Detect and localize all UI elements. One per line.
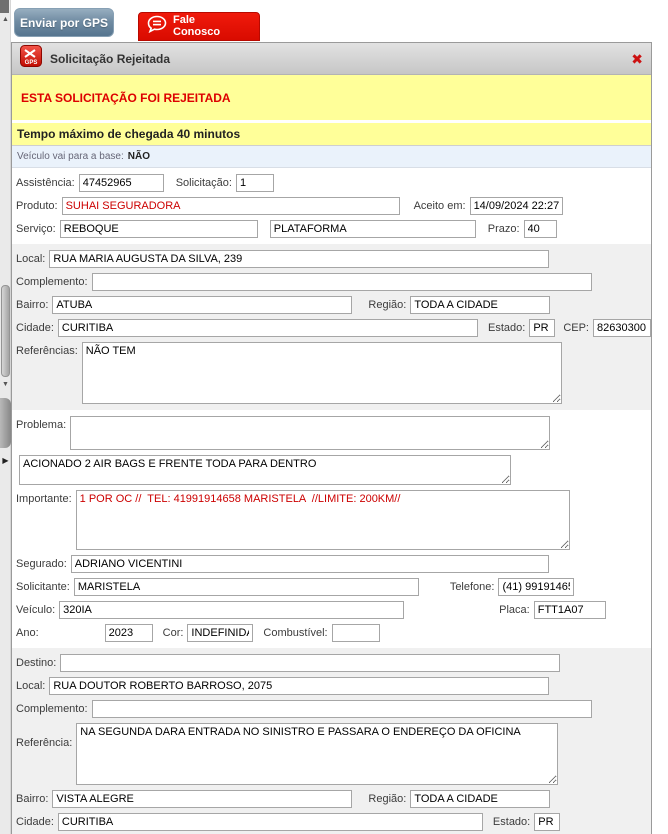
rejected-banner: ESTA SOLICITAÇÃO FOI REJEITADA: [12, 75, 651, 123]
scrollbar-corner: [0, 0, 9, 13]
segurado-field[interactable]: [71, 555, 549, 573]
referencias-field[interactable]: [82, 342, 562, 404]
servico-field[interactable]: [60, 220, 258, 238]
cidade-field[interactable]: [58, 319, 478, 337]
bairro-label: Bairro:: [16, 299, 48, 311]
problema-field[interactable]: [70, 416, 550, 450]
section-occurrence: Problema: Importante: Segurado: Solicita…: [12, 410, 651, 648]
arrival-time-banner: Tempo máximo de chegada 40 minutos: [12, 123, 651, 146]
scroll-up-icon[interactable]: ▲: [0, 15, 11, 25]
complemento-label: Complemento:: [16, 276, 88, 288]
chat-bubble-icon: [147, 15, 167, 38]
panel-expand-handle[interactable]: [0, 398, 11, 448]
gps-app-icon: GPS: [20, 45, 42, 72]
dialog-header: GPS Solicitação Rejeitada ✖: [12, 43, 651, 75]
section-destination-address: Destino: Local: Complemento: Referência:…: [12, 648, 651, 834]
telefone-field[interactable]: [498, 578, 574, 596]
placa-field[interactable]: [534, 601, 606, 619]
problema-label: Problema:: [16, 416, 66, 431]
importante-field[interactable]: [76, 490, 570, 550]
combustivel-label: Combustível:: [263, 627, 327, 639]
scrollbar-thumb[interactable]: [1, 285, 10, 377]
cep-label: CEP:: [563, 322, 589, 334]
regiao-label: Região:: [368, 299, 406, 311]
combustivel-field[interactable]: [332, 624, 380, 642]
cidade-destino-field[interactable]: [58, 813, 483, 831]
observacao-field[interactable]: [19, 455, 511, 485]
cor-label: Cor:: [163, 627, 184, 639]
base-label: Veículo vai para a base:: [17, 151, 124, 162]
base-info-row: Veículo vai para a base: NÃO: [12, 146, 651, 168]
send-gps-button[interactable]: Enviar por GPS: [14, 8, 114, 37]
servico-label: Serviço:: [16, 223, 56, 235]
bairro-destino-field[interactable]: [52, 790, 352, 808]
regiao-destino-field[interactable]: [410, 790, 550, 808]
estado-label: Estado:: [488, 322, 525, 334]
send-gps-label: Enviar por GPS: [20, 16, 108, 30]
local-label: Local:: [16, 253, 45, 265]
app-window: ▲ ▼ ▶ Enviar por GPS Fale Conosco: [0, 0, 668, 834]
importante-label: Importante:: [16, 490, 72, 505]
cidade-destino-label: Cidade:: [16, 816, 54, 828]
destino-label: Destino:: [16, 657, 56, 669]
produto-label: Produto:: [16, 200, 58, 212]
prazo-label: Prazo:: [488, 223, 520, 235]
prazo-field[interactable]: [524, 220, 557, 238]
segurado-label: Segurado:: [16, 558, 67, 570]
aceito-em-label: Aceito em:: [414, 200, 466, 212]
assistencia-label: Assistência:: [16, 177, 75, 189]
section-identification: Assistência: Solicitação: Produto: Aceit…: [12, 168, 651, 244]
servico-tipo-field[interactable]: [270, 220, 476, 238]
referencias-label: Referências:: [16, 342, 78, 357]
ano-label: Ano:: [16, 627, 39, 639]
contact-us-label-line1: Fale: [173, 14, 195, 26]
complemento-field[interactable]: [92, 273, 592, 291]
complemento-destino-field[interactable]: [92, 700, 592, 718]
estado-destino-label: Estado:: [493, 816, 530, 828]
local-destino-field[interactable]: [49, 677, 549, 695]
chevron-right-icon[interactable]: ▶: [0, 456, 11, 465]
svg-text:GPS: GPS: [25, 60, 38, 66]
cidade-label: Cidade:: [16, 322, 54, 334]
telefone-label: Telefone:: [450, 581, 495, 593]
destino-field[interactable]: [60, 654, 560, 672]
bairro-destino-label: Bairro:: [16, 793, 48, 805]
left-scrollbar[interactable]: ▲ ▼ ▶: [0, 0, 11, 834]
solicitacao-field[interactable]: [236, 174, 274, 192]
local-field[interactable]: [49, 250, 549, 268]
estado-destino-field[interactable]: [534, 813, 560, 831]
complemento-destino-label: Complemento:: [16, 703, 88, 715]
veiculo-field[interactable]: [59, 601, 404, 619]
bairro-field[interactable]: [52, 296, 352, 314]
scroll-down-icon[interactable]: ▼: [0, 380, 11, 390]
veiculo-label: Veículo:: [16, 604, 55, 616]
referencia-destino-label: Referência:: [16, 723, 72, 749]
rejected-request-dialog: GPS Solicitação Rejeitada ✖ ESTA SOLICIT…: [11, 42, 652, 834]
contact-us-label-line2: Conosco: [173, 26, 220, 38]
solicitante-label: Solicitante:: [16, 581, 70, 593]
dialog-title: Solicitação Rejeitada: [50, 52, 170, 66]
produto-field[interactable]: [62, 197, 400, 215]
ano-field[interactable]: [105, 624, 153, 642]
section-origin-address: Local: Complemento: Bairro: Região: Cida…: [12, 244, 651, 410]
contact-us-button[interactable]: Fale Conosco: [138, 12, 260, 41]
cor-field[interactable]: [187, 624, 253, 642]
placa-label: Placa:: [499, 604, 530, 616]
referencia-destino-field[interactable]: [76, 723, 558, 785]
local-destino-label: Local:: [16, 680, 45, 692]
base-value: NÃO: [128, 151, 150, 162]
solicitante-field[interactable]: [74, 578, 419, 596]
close-icon[interactable]: ✖: [631, 52, 643, 66]
estado-field[interactable]: [529, 319, 555, 337]
cep-field[interactable]: [593, 319, 651, 337]
assistencia-field[interactable]: [79, 174, 164, 192]
aceito-em-field[interactable]: [470, 197, 563, 215]
solicitacao-label: Solicitação:: [176, 177, 232, 189]
regiao-field[interactable]: [410, 296, 550, 314]
regiao-destino-label: Região:: [368, 793, 406, 805]
